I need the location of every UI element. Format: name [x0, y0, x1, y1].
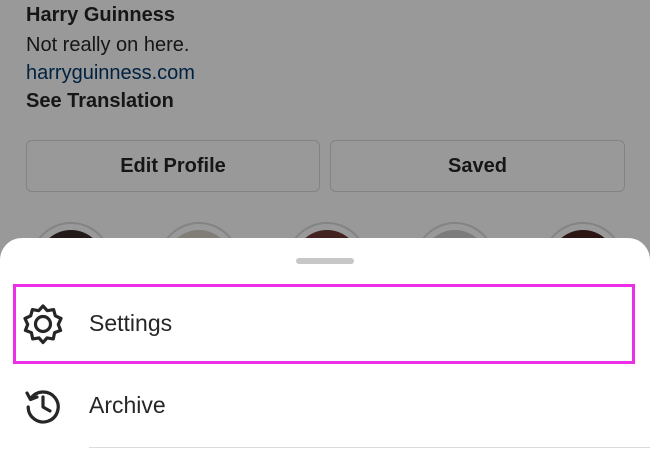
settings-highlight-outline — [13, 284, 635, 364]
menu-divider — [89, 447, 650, 448]
instagram-profile-screen: Harry Guinness Not really on here. harry… — [0, 0, 650, 455]
archive-history-icon — [22, 385, 64, 427]
sheet-grabber-handle[interactable] — [296, 258, 354, 264]
menu-item-archive[interactable]: Archive — [0, 366, 650, 446]
options-bottom-sheet: Settings Archive — [0, 238, 650, 455]
menu-item-archive-label: Archive — [89, 392, 166, 418]
